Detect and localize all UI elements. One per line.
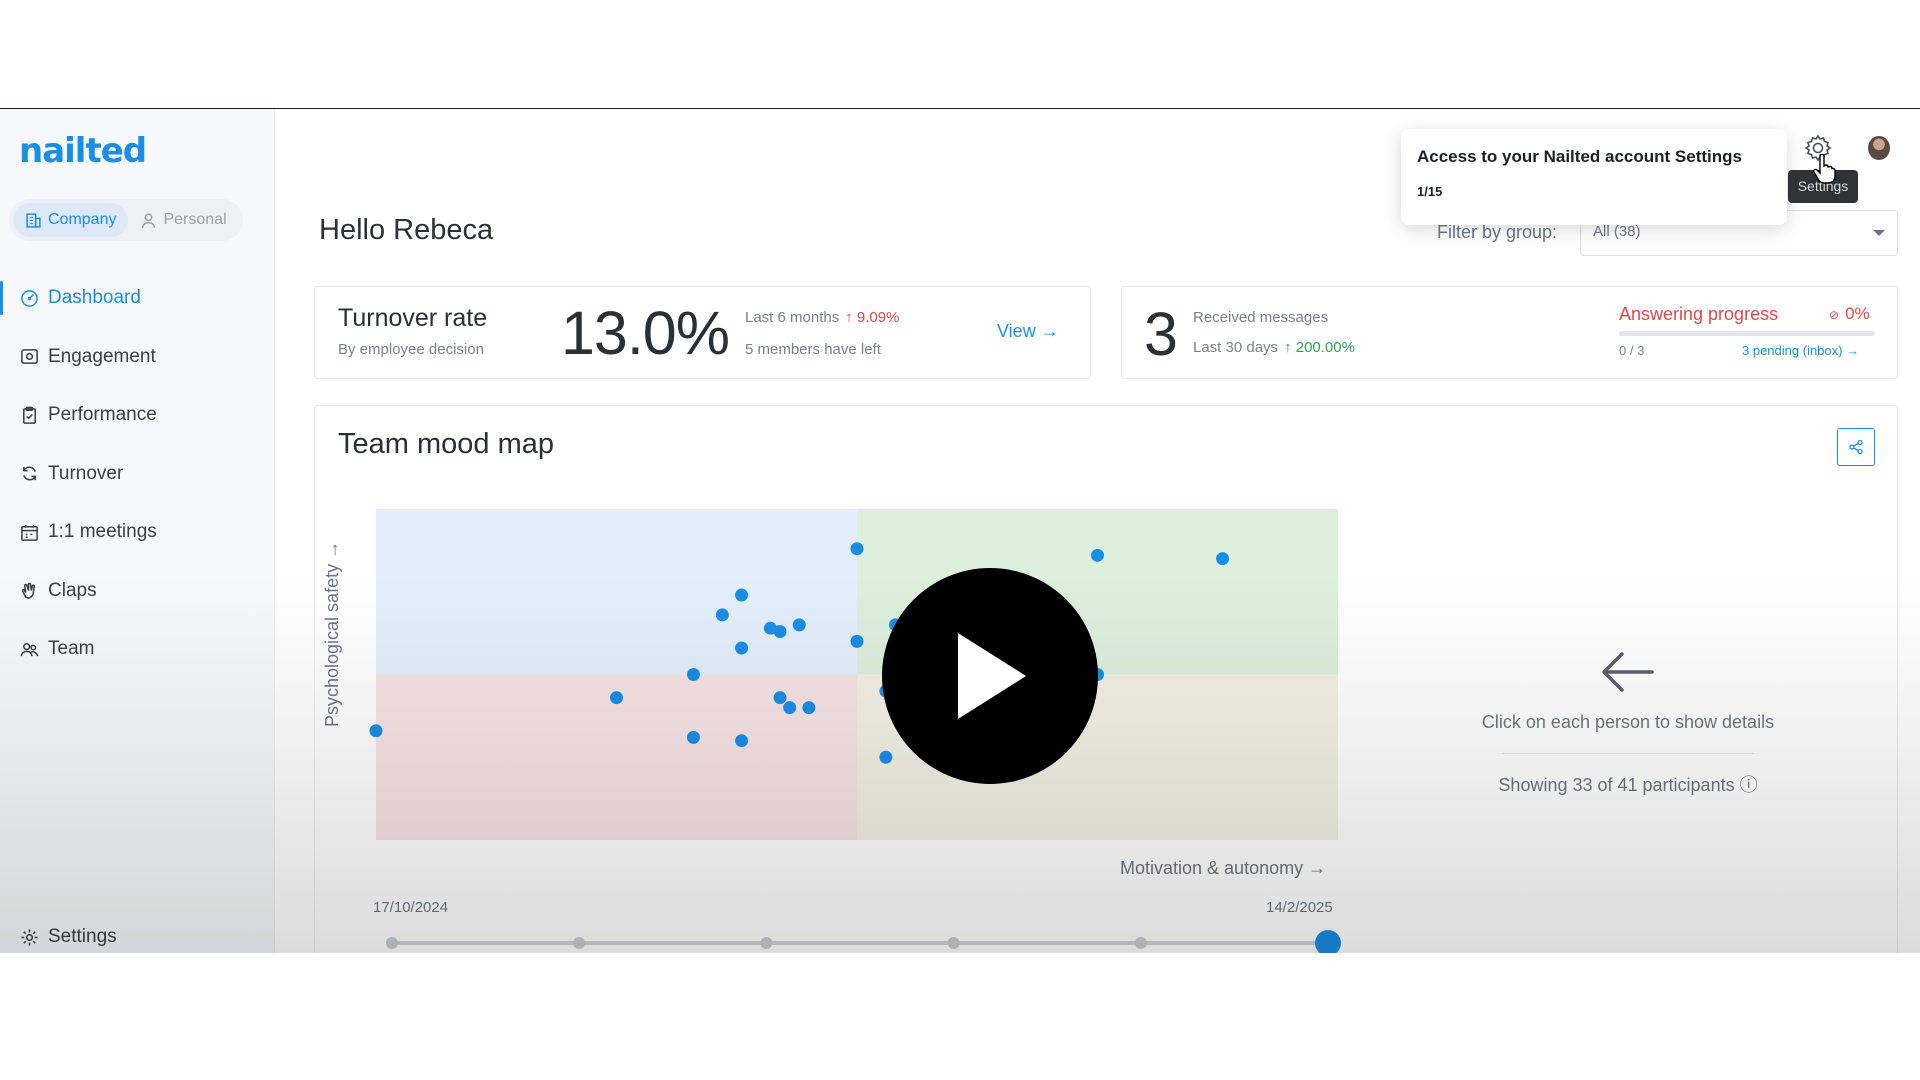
mood-map-chart [369,509,1341,953]
mood-point[interactable] [369,724,383,738]
participants-count: Showing 33 of 41 participants ⓘ [1498,775,1758,795]
mood-point[interactable] [610,691,623,705]
x-axis-label: Motivation & autonomy → [1120,858,1327,878]
arrow-left-icon [1602,652,1654,692]
timeline-handle[interactable] [1315,930,1341,953]
quadrant-top-left [376,509,857,675]
video-play-button[interactable] [882,568,1098,784]
mood-point[interactable] [715,608,729,622]
mood-point[interactable] [850,542,864,556]
mood-point[interactable] [773,691,787,705]
detail-hint-text: Click on each person to show details [1481,712,1775,732]
mood-point[interactable] [735,588,749,602]
mood-point[interactable] [735,641,749,655]
mood-point[interactable] [1216,552,1230,566]
mood-point[interactable] [686,730,700,744]
mood-point[interactable] [879,750,893,764]
mood-point[interactable] [735,734,749,748]
mood-point[interactable] [783,701,797,715]
y-axis-label: Psychological safety → [322,540,342,727]
timeline-stop[interactable] [573,937,586,949]
mood-point[interactable] [686,668,700,681]
timeline-slider[interactable] [386,930,1341,953]
timeline-start-date: 17/10/2024 [373,899,449,916]
timeline-end-date: 14/2/2025 [1266,899,1333,916]
divider [1502,753,1754,754]
timeline-stop[interactable] [760,937,773,949]
timeline-stop[interactable] [1134,937,1147,949]
mood-point[interactable] [1091,548,1104,562]
mood-point[interactable] [850,634,864,648]
timeline-stop[interactable] [947,937,960,949]
mood-point[interactable] [802,701,816,715]
mood-point[interactable] [773,624,787,638]
video-frame: nailted Company Personal Dashboard Engag… [0,108,1920,953]
play-icon [958,633,1026,719]
mood-point[interactable] [792,618,806,632]
timeline-stop[interactable] [386,937,398,949]
